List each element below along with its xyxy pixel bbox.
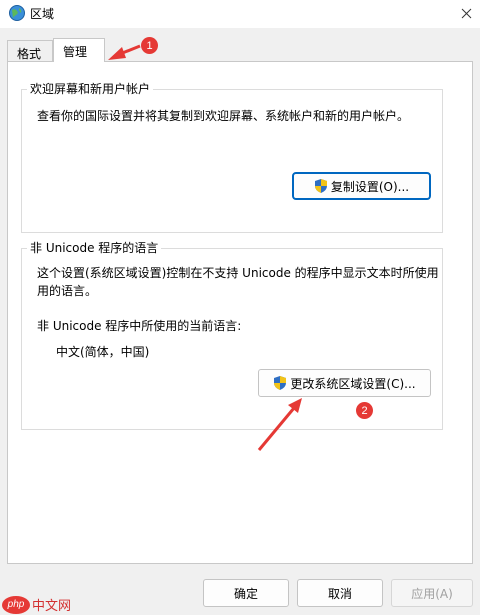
- annotation-arrow-1: [108, 44, 141, 60]
- watermark-site-text: 中文网: [32, 599, 72, 614]
- annotation-arrows: [108, 44, 302, 451]
- tab-manage[interactable]: 管理: [53, 38, 105, 62]
- watermark: php 中文网: [2, 595, 71, 614]
- annotation-marker-2: 2: [356, 402, 373, 419]
- watermark-logo: php: [2, 595, 30, 614]
- annotation-arrow-2: [257, 398, 302, 451]
- annotation-marker-1: 1: [141, 37, 158, 54]
